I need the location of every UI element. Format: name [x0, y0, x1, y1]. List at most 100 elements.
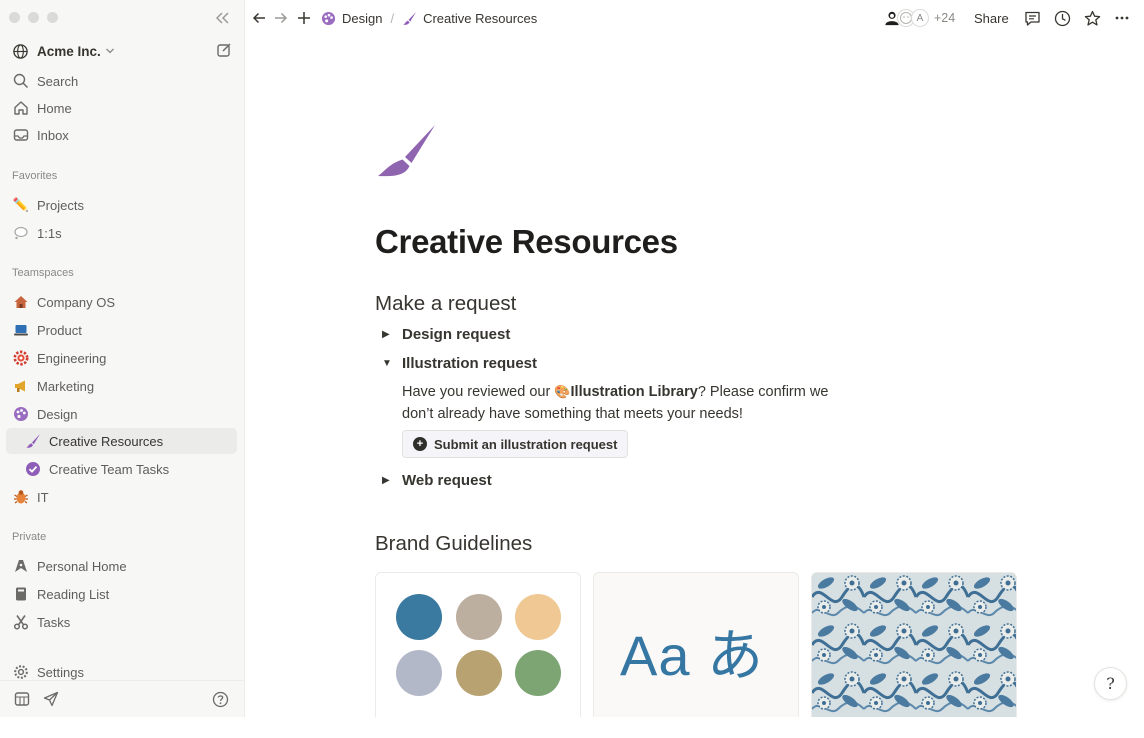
more-options-button[interactable] — [1112, 8, 1132, 28]
toggle-illustration-request[interactable]: ▼ Illustration request — [382, 352, 537, 374]
updates-button[interactable] — [1052, 8, 1072, 28]
breadcrumb-label: Creative Resources — [423, 10, 538, 26]
sidebar-item-design[interactable]: Design — [6, 401, 237, 427]
sidebar-item-label: Settings — [37, 664, 84, 680]
share-button[interactable]: Share — [974, 8, 1009, 28]
sidebar-item-reading-list[interactable]: Reading List — [6, 581, 237, 607]
chevron-down-icon — [105, 48, 114, 54]
sidebar-item-label: Company OS — [37, 294, 116, 310]
breadcrumb: Design / Creative Resources — [321, 8, 537, 28]
comments-button[interactable] — [1022, 8, 1042, 28]
color-swatch — [396, 650, 442, 696]
sidebar-item-label: Product — [37, 322, 82, 338]
breadcrumb-design[interactable]: Design — [321, 11, 382, 26]
minimize-window-button[interactable] — [28, 12, 39, 23]
breadcrumb-creative-resources[interactable]: Creative Resources — [402, 11, 537, 26]
paintbrush-icon — [402, 11, 417, 26]
maximize-window-button[interactable] — [47, 12, 58, 23]
workspace-switcher[interactable]: Acme Inc. — [12, 40, 234, 62]
sidebar-item-marketing[interactable]: Marketing — [6, 373, 237, 399]
forward-button[interactable] — [272, 8, 290, 28]
pen-nib-icon — [12, 557, 30, 575]
favorite-button[interactable] — [1082, 8, 1102, 28]
pencil-icon: ✏️ — [12, 197, 30, 212]
collaborator-avatars[interactable]: A +24 — [883, 8, 955, 28]
collapse-sidebar-button[interactable] — [212, 9, 232, 27]
sidebar-footer — [0, 684, 244, 714]
star-icon — [1084, 10, 1100, 26]
sidebar-item-search[interactable]: Search — [6, 68, 237, 94]
sidebar-item-label: Creative Team Tasks — [49, 461, 170, 477]
templates-button[interactable] — [13, 690, 31, 708]
send-feedback-button[interactable] — [42, 690, 60, 708]
pattern-card[interactable] — [811, 572, 1017, 717]
sidebar-item-label: 1:1s — [37, 225, 62, 241]
color-palette-card[interactable] — [375, 572, 581, 717]
clock-icon — [1054, 10, 1070, 26]
sidebar-item-projects[interactable]: ✏️ Projects — [6, 192, 237, 218]
sidebar-item-label: Reading List — [37, 586, 110, 602]
button-label: Submit an illustration request — [434, 436, 618, 452]
sidebar-item-engineering[interactable]: Engineering — [6, 345, 237, 371]
help-glyph: ? — [1106, 674, 1115, 693]
house-icon — [12, 293, 30, 311]
breadcrumb-separator: / — [390, 10, 395, 26]
typography-sample: Aa あ — [620, 624, 765, 687]
page-content: Creative Resources Make a request ▶ Desi… — [245, 36, 1144, 717]
new-page-plus-button[interactable] — [295, 8, 313, 28]
sidebar-item-company-os[interactable]: Company OS — [6, 289, 237, 315]
ellipsis-icon — [1115, 16, 1129, 20]
plus-icon — [298, 12, 310, 24]
calendar-grid-icon — [14, 692, 30, 706]
sidebar-footer-divider — [0, 680, 244, 681]
help-button[interactable] — [211, 690, 229, 708]
sidebar-item-label: Personal Home — [37, 558, 127, 574]
toggle-design-request[interactable]: ▶ Design request — [382, 323, 510, 345]
sidebar-item-label: Home — [37, 100, 72, 116]
double-chevron-left-icon — [215, 12, 229, 24]
favorites-section-label: Favorites — [12, 170, 58, 182]
gear-icon — [12, 663, 30, 681]
sidebar-item-label: IT — [37, 489, 49, 505]
help-fab-button[interactable]: ? — [1094, 667, 1127, 700]
triangle-right-icon: ▶ — [382, 328, 390, 340]
sidebar-item-one-on-ones[interactable]: 1:1s — [6, 220, 237, 246]
toggle-label: Design request — [402, 325, 511, 343]
palette-icon — [321, 11, 336, 26]
new-page-button[interactable] — [216, 42, 232, 63]
search-icon — [12, 72, 30, 90]
sidebar-item-label: Design — [37, 406, 78, 422]
comment-icon — [1024, 11, 1040, 26]
sidebar-item-creative-resources[interactable]: Creative Resources — [6, 428, 237, 454]
paintbrush-icon — [24, 432, 42, 450]
compose-icon — [217, 43, 231, 57]
sidebar-item-label: Engineering — [37, 350, 107, 366]
sidebar-item-creative-team-tasks[interactable]: Creative Team Tasks — [6, 456, 237, 482]
submit-illustration-request-button[interactable]: + Submit an illustration request — [402, 430, 629, 458]
typography-card[interactable]: Aa あ — [593, 572, 799, 717]
close-window-button[interactable] — [9, 12, 20, 23]
color-swatch — [456, 594, 502, 640]
page-icon[interactable] — [376, 124, 436, 183]
teamspaces-section-label: Teamspaces — [12, 267, 74, 279]
color-swatch — [456, 650, 502, 696]
sidebar-item-tasks[interactable]: Tasks — [6, 609, 237, 635]
sidebar-item-inbox[interactable]: Inbox — [6, 122, 237, 148]
sidebar-item-label: Creative Resources — [49, 433, 164, 449]
sidebar-item-home[interactable]: Home — [6, 95, 237, 121]
toggle-label: Illustration request — [402, 354, 538, 372]
workspace-name: Acme Inc. — [37, 43, 101, 59]
book-icon — [12, 585, 30, 603]
inbox-icon — [12, 126, 30, 144]
floral-pattern-image — [812, 573, 1016, 717]
page-title: Creative Resources — [375, 223, 678, 260]
toggle-web-request[interactable]: ▶ Web request — [382, 469, 492, 491]
sidebar-item-it[interactable]: IT — [6, 484, 237, 510]
question-circle-icon — [212, 691, 228, 707]
sidebar-item-product[interactable]: Product — [6, 317, 237, 343]
sidebar-item-personal-home[interactable]: Personal Home — [6, 553, 237, 579]
make-request-heading: Make a request — [375, 292, 517, 315]
sidebar-item-label: Marketing — [37, 378, 95, 394]
illustration-library-link[interactable]: Illustration Library — [571, 384, 698, 400]
back-button[interactable] — [250, 8, 268, 28]
